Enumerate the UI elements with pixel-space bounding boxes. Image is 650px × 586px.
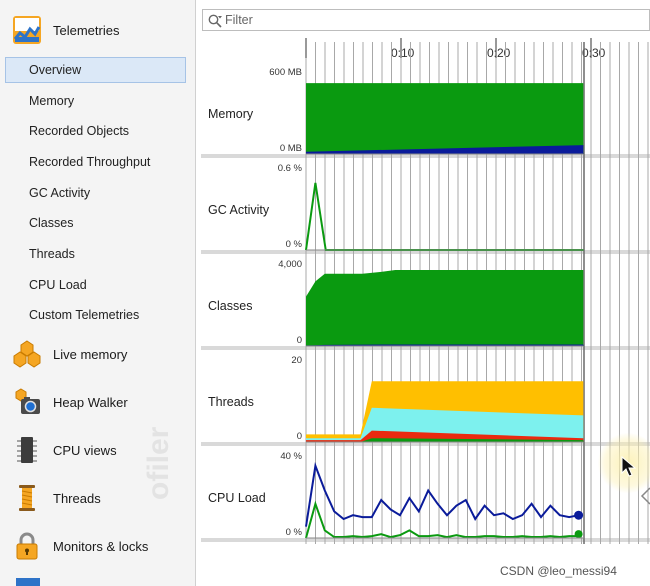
- sidebar-item-threads[interactable]: Threads: [5, 241, 186, 267]
- sidebar-section-label: CPU views: [53, 442, 117, 458]
- sidebar-item-label: CPU Load: [29, 278, 87, 292]
- sidebar-item-cpu-load[interactable]: CPU Load: [5, 272, 186, 298]
- cpu-gc-end-marker: [574, 530, 583, 539]
- heap-walker-icon: [15, 388, 40, 414]
- sidebar-item-custom-telemetries[interactable]: Custom Telemetries: [5, 302, 186, 328]
- telemetry-overview: 0:10 0:20 0:30 Memory GC Activity Classe…: [201, 36, 650, 546]
- credit-text: CSDN @leo_messi94: [500, 564, 617, 578]
- sidebar-item-label: Overview: [29, 63, 82, 77]
- sidebar-section-label: Threads: [53, 490, 101, 506]
- sidebar-section-live-memory[interactable]: Live memory: [0, 332, 195, 376]
- filter-input[interactable]: Filter: [202, 9, 650, 31]
- monitors-locks-icon: [16, 532, 38, 560]
- cpu-load-line: [305, 461, 579, 527]
- live-memory-icon: [13, 340, 41, 368]
- sidebar-section-telemetries[interactable]: Telemetries: [0, 8, 195, 52]
- sidebar-section-heap-walker[interactable]: Heap Walker: [0, 380, 195, 424]
- watermark: ofiler: [142, 426, 175, 500]
- sidebar-section-label: Live memory: [53, 346, 128, 362]
- telemetries-icon: [13, 16, 41, 44]
- sidebar-item-label: Custom Telemetries: [29, 308, 140, 322]
- memory-heap-area: [306, 83, 584, 154]
- sidebar-item-label: Memory: [29, 94, 75, 108]
- main-panel: Filter 0:10 0:20 0:30 Memory GC Activity…: [197, 0, 650, 586]
- sidebar-item-classes[interactable]: Classes: [5, 210, 186, 236]
- mouse-cursor-icon: [621, 456, 637, 477]
- sidebar-section-label: Heap Walker: [53, 394, 128, 410]
- cpu-views-icon: [17, 437, 37, 463]
- classes-loaded-area: [306, 270, 584, 346]
- search-icon: [208, 14, 222, 28]
- sidebar-section-label: Monitors & locks: [53, 538, 149, 554]
- sidebar-section-label: Telemetries: [53, 22, 120, 38]
- threads-icon: [19, 485, 35, 511]
- sidebar: Telemetries Overview Memory Recorded Obj…: [0, 0, 196, 586]
- filter-placeholder: Filter: [225, 13, 253, 27]
- sidebar-item-label: Recorded Throughput: [29, 155, 151, 169]
- cpu-load-end-marker: [574, 510, 584, 520]
- sidebar-item-recorded-objects[interactable]: Recorded Objects: [5, 118, 186, 144]
- sidebar-next-section-icon[interactable]: [16, 578, 40, 586]
- sidebar-section-monitors-locks[interactable]: Monitors & locks: [0, 524, 195, 568]
- sidebar-item-label: GC Activity: [29, 186, 91, 200]
- sidebar-item-gc-activity[interactable]: GC Activity: [5, 180, 186, 206]
- sidebar-item-label: Classes: [29, 216, 74, 230]
- gc-activity-line: [305, 182, 584, 251]
- telemetry-charts[interactable]: [201, 36, 650, 546]
- sidebar-item-recorded-throughput[interactable]: Recorded Throughput: [5, 149, 186, 175]
- sidebar-item-overview[interactable]: Overview: [5, 57, 186, 83]
- sidebar-item-memory[interactable]: Memory: [5, 88, 186, 114]
- sidebar-item-label: Threads: [29, 247, 75, 261]
- sidebar-item-label: Recorded Objects: [29, 124, 130, 138]
- expand-arrow-icon: [640, 487, 650, 505]
